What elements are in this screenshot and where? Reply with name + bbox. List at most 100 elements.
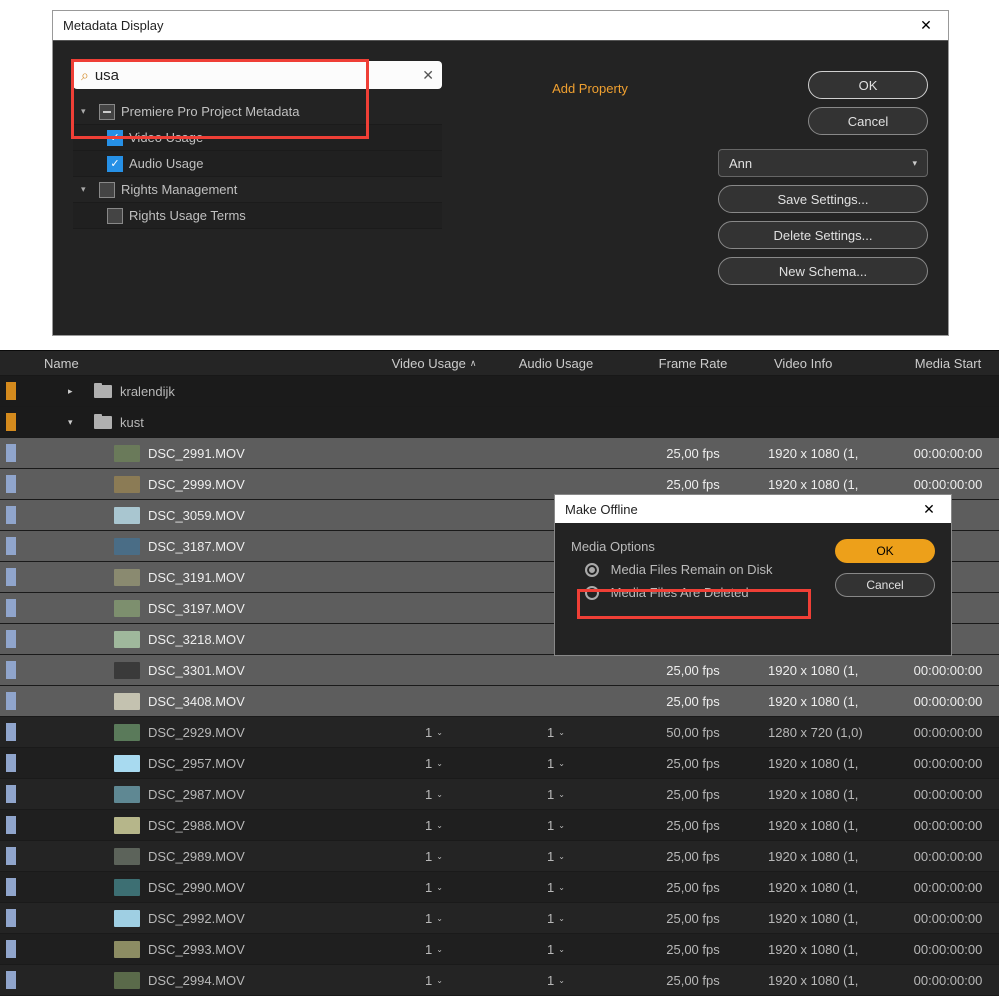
clip-row[interactable]: DSC_2929.MOV 1⌄ 1⌄ 50,00 fps 1280 x 720 …: [0, 717, 999, 748]
radio-files-deleted[interactable]: Media Files Are Deleted: [571, 585, 813, 600]
color-label-blue[interactable]: [6, 506, 16, 524]
color-label-blue[interactable]: [6, 847, 16, 865]
col-media-start[interactable]: Media Start: [898, 351, 998, 375]
close-icon[interactable]: ✕: [913, 501, 945, 518]
search-input[interactable]: [95, 67, 422, 84]
tree-item-rights-usage[interactable]: Rights Usage Terms: [73, 203, 442, 229]
clip-thumbnail: [114, 972, 140, 989]
color-label-blue[interactable]: [6, 723, 16, 741]
delete-settings-button[interactable]: Delete Settings...: [718, 221, 928, 249]
chevron-down-icon: ▾: [81, 106, 95, 117]
color-label-orange[interactable]: [6, 413, 16, 431]
col-video-usage[interactable]: Video Usage∧: [374, 351, 494, 375]
add-property-link[interactable]: Add Property: [460, 61, 720, 285]
col-audio-usage[interactable]: Audio Usage: [494, 351, 618, 375]
ok-button[interactable]: OK: [808, 71, 928, 99]
tree-group-project-meta[interactable]: ▾ Premiere Pro Project Metadata: [73, 99, 442, 125]
clip-row[interactable]: DSC_2988.MOV 1⌄ 1⌄ 25,00 fps 1920 x 1080…: [0, 810, 999, 841]
checkbox-indeterminate[interactable]: [99, 104, 115, 120]
new-schema-button[interactable]: New Schema...: [718, 257, 928, 285]
frame-rate-cell: 25,00 fps: [618, 756, 768, 771]
preset-select-value: Ann: [729, 156, 752, 171]
color-label-blue[interactable]: [6, 444, 16, 462]
color-label-blue[interactable]: [6, 909, 16, 927]
color-label-blue[interactable]: [6, 816, 16, 834]
close-icon[interactable]: ✕: [910, 17, 942, 34]
video-usage-cell: 1⌄: [374, 911, 494, 926]
clip-thumbnail: [114, 445, 140, 462]
frame-rate-cell: 25,00 fps: [618, 911, 768, 926]
clip-row[interactable]: DSC_2989.MOV 1⌄ 1⌄ 25,00 fps 1920 x 1080…: [0, 841, 999, 872]
clip-row[interactable]: DSC_2957.MOV 1⌄ 1⌄ 25,00 fps 1920 x 1080…: [0, 748, 999, 779]
clip-thumbnail: [114, 662, 140, 679]
chevron-down-icon[interactable]: ▾: [68, 417, 80, 428]
video-usage-cell: 1⌄: [374, 818, 494, 833]
clip-row[interactable]: DSC_3301.MOV 25,00 fps 1920 x 1080 (1, 0…: [0, 655, 999, 686]
radio-remain-on-disk[interactable]: Media Files Remain on Disk: [571, 562, 813, 577]
tree-item-audio-usage[interactable]: ✓ Audio Usage: [73, 151, 442, 177]
search-field[interactable]: ⌕ ✕: [73, 61, 442, 89]
media-start-cell: 00:00:00:00: [898, 880, 998, 895]
col-video-info[interactable]: Video Info: [768, 351, 898, 375]
color-label-blue[interactable]: [6, 661, 16, 679]
clear-search-icon[interactable]: ✕: [422, 67, 434, 84]
clip-row[interactable]: DSC_2994.MOV 1⌄ 1⌄ 25,00 fps 1920 x 1080…: [0, 965, 999, 996]
frame-rate-cell: 25,00 fps: [618, 849, 768, 864]
preset-select[interactable]: Ann ▾: [718, 149, 928, 177]
ok-button[interactable]: OK: [835, 539, 935, 563]
clip-row[interactable]: DSC_2987.MOV 1⌄ 1⌄ 25,00 fps 1920 x 1080…: [0, 779, 999, 810]
checkbox-unchecked[interactable]: [99, 182, 115, 198]
video-info-cell: 1920 x 1080 (1,: [768, 880, 898, 895]
color-label-blue[interactable]: [6, 785, 16, 803]
folder-row[interactable]: ▾ kust: [0, 407, 999, 438]
video-info-cell: 1920 x 1080 (1,: [768, 849, 898, 864]
audio-usage-cell: 1⌄: [494, 973, 618, 988]
folder-icon: [94, 385, 112, 398]
checkbox-checked[interactable]: ✓: [107, 130, 123, 146]
color-label-orange[interactable]: [6, 382, 16, 400]
tree-group-rights[interactable]: ▾ Rights Management: [73, 177, 442, 203]
folder-name: kralendijk: [120, 384, 175, 399]
color-label-blue[interactable]: [6, 692, 16, 710]
media-start-cell: 00:00:00:00: [898, 973, 998, 988]
color-label-blue[interactable]: [6, 537, 16, 555]
clip-name: DSC_3197.MOV: [148, 601, 245, 616]
color-label-blue[interactable]: [6, 568, 16, 586]
clip-name: DSC_3191.MOV: [148, 570, 245, 585]
cancel-button[interactable]: Cancel: [808, 107, 928, 135]
video-info-cell: 1920 x 1080 (1,: [768, 818, 898, 833]
color-label-blue[interactable]: [6, 878, 16, 896]
video-usage-cell: 1⌄: [374, 725, 494, 740]
clip-row[interactable]: DSC_2990.MOV 1⌄ 1⌄ 25,00 fps 1920 x 1080…: [0, 872, 999, 903]
tree-item-video-usage[interactable]: ✓ Video Usage: [73, 125, 442, 151]
save-settings-button[interactable]: Save Settings...: [718, 185, 928, 213]
col-name[interactable]: Name: [22, 351, 374, 375]
clip-thumbnail: [114, 755, 140, 772]
clip-row[interactable]: DSC_2992.MOV 1⌄ 1⌄ 25,00 fps 1920 x 1080…: [0, 903, 999, 934]
color-label-blue[interactable]: [6, 599, 16, 617]
clip-row[interactable]: DSC_3408.MOV 25,00 fps 1920 x 1080 (1, 0…: [0, 686, 999, 717]
clip-row[interactable]: DSC_2991.MOV 25,00 fps 1920 x 1080 (1, 0…: [0, 438, 999, 469]
frame-rate-cell: 25,00 fps: [618, 477, 768, 492]
color-label-blue[interactable]: [6, 630, 16, 648]
color-label-blue[interactable]: [6, 940, 16, 958]
color-label-blue[interactable]: [6, 754, 16, 772]
tree-group-label: Premiere Pro Project Metadata: [121, 104, 299, 119]
color-label-blue[interactable]: [6, 971, 16, 989]
checkbox-unchecked[interactable]: [107, 208, 123, 224]
chevron-right-icon[interactable]: ▸: [68, 386, 80, 397]
metadata-display-dialog: Metadata Display ✕ ⌕ ✕ ▾ Premiere Pro Pr…: [52, 10, 949, 336]
color-label-blue[interactable]: [6, 475, 16, 493]
media-start-cell: 00:00:00:00: [898, 756, 998, 771]
frame-rate-cell: 25,00 fps: [618, 787, 768, 802]
col-frame-rate[interactable]: Frame Rate: [618, 351, 768, 375]
video-info-cell: 1920 x 1080 (1,: [768, 911, 898, 926]
checkbox-checked[interactable]: ✓: [107, 156, 123, 172]
sort-asc-icon: ∧: [470, 358, 477, 369]
make-offline-dialog: Make Offline ✕ Media Options Media Files…: [554, 494, 952, 656]
search-icon: ⌕: [81, 67, 89, 84]
folder-row[interactable]: ▸ kralendijk: [0, 376, 999, 407]
cancel-button[interactable]: Cancel: [835, 573, 935, 597]
clip-name: DSC_3059.MOV: [148, 508, 245, 523]
clip-row[interactable]: DSC_2993.MOV 1⌄ 1⌄ 25,00 fps 1920 x 1080…: [0, 934, 999, 965]
